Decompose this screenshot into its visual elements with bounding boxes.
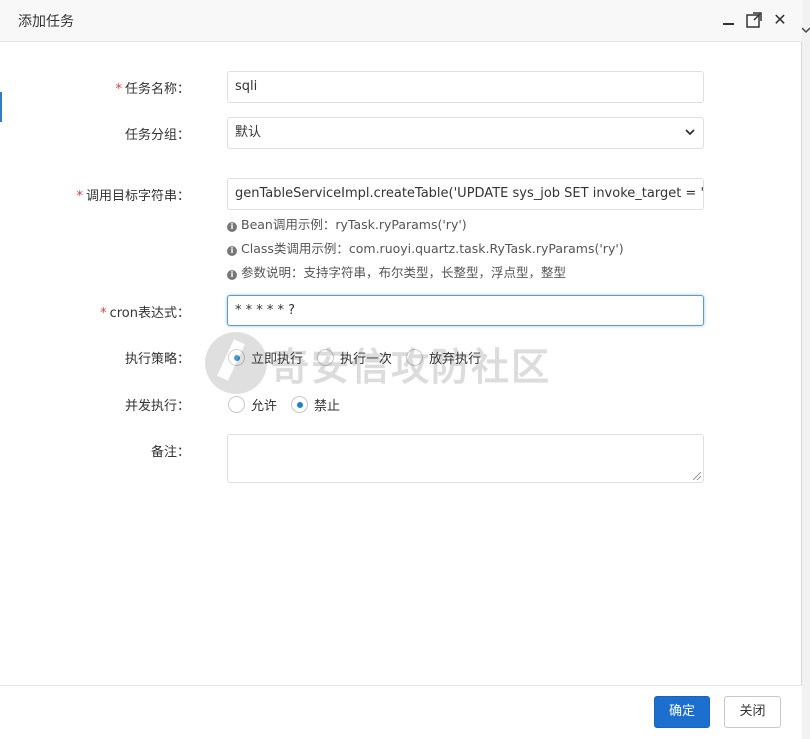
radio-label: 允许 <box>251 399 278 414</box>
radio-unchecked[interactable] <box>228 396 245 413</box>
concurrent-radios: 允许 禁止 <box>228 395 354 414</box>
chevron-down-icon <box>684 118 696 148</box>
info-icon: i <box>227 270 237 280</box>
cron-expression-input[interactable]: * * * * * ? <box>227 295 704 326</box>
radio-label: 放弃执行 <box>429 352 482 367</box>
remark-label: 备注： <box>150 445 190 460</box>
background-accent-mark <box>0 92 2 122</box>
cron-label: * cron表达式： <box>0 302 190 321</box>
concurrent-option-forbid[interactable]: 禁止 <box>291 395 340 414</box>
help-text: Bean调用示例：ryTask.ryParams('ry') <box>241 217 467 232</box>
help-bean-example: i Bean调用示例：ryTask.ryParams('ry') <box>227 214 467 233</box>
resize-handle-icon[interactable] <box>693 472 701 480</box>
help-param-desc: i 参数说明：支持字符串，布尔类型，长整型，浮点型，整型 <box>227 262 566 281</box>
job-group-label: 任务分组： <box>124 128 190 143</box>
misfire-option-abandon[interactable]: 放弃执行 <box>406 348 481 367</box>
invoke-target-input[interactable]: genTableServiceImpl.createTable('UPDATE … <box>227 178 704 210</box>
add-job-dialog: 添加任务 ✕ * 任务名称： sqli 任务分组： 默认 * 调用目标字符串： ge… <box>0 0 802 739</box>
help-text: Class类调用示例：com.ruoyi.quartz.task.RyTask.… <box>241 241 624 256</box>
dialog-titlebar: 添加任务 ✕ <box>0 0 802 42</box>
radio-label: 执行一次 <box>340 352 393 367</box>
concurrent-option-allow[interactable]: 允许 <box>228 395 277 414</box>
job-group-select[interactable]: 默认 <box>227 117 704 149</box>
misfire-option-immediate[interactable]: 立即执行 <box>228 348 303 367</box>
chevron-down-icon <box>801 26 810 37</box>
help-text: 参数说明：支持字符串，布尔类型，长整型，浮点型，整型 <box>241 265 567 280</box>
invoke-target-label: * 调用目标字符串： <box>0 185 190 204</box>
close-icon[interactable]: ✕ <box>771 11 789 29</box>
job-name-input[interactable]: sqli <box>227 71 704 103</box>
misfire-option-once[interactable]: 执行一次 <box>317 348 392 367</box>
cron-label-text: cron表达式： <box>109 306 190 321</box>
help-class-example: i Class类调用示例：com.ruoyi.quartz.task.RyTask… <box>227 238 624 257</box>
misfire-policy-label: 执行策略： <box>124 352 190 367</box>
dialog-title: 添加任务 <box>18 14 74 30</box>
concurrent-label: 并发执行： <box>124 399 190 414</box>
info-icon: i <box>227 246 237 256</box>
close-button[interactable]: 关闭 <box>724 696 781 728</box>
job-group-selected: 默认 <box>235 125 262 140</box>
radio-unchecked[interactable] <box>317 349 335 366</box>
confirm-button[interactable]: 确定 <box>654 696 710 728</box>
background-page-edge <box>801 0 810 739</box>
radio-label: 立即执行 <box>251 352 304 367</box>
required-mark: * <box>115 82 122 97</box>
info-icon: i <box>227 222 237 232</box>
required-mark: * <box>100 306 107 321</box>
job-name-label: * 任务名称： <box>0 78 190 97</box>
radio-checked[interactable] <box>291 396 309 413</box>
minimize-icon[interactable] <box>720 11 738 29</box>
required-mark: * <box>76 189 83 204</box>
invoke-target-label-text: 调用目标字符串： <box>85 189 190 204</box>
job-name-label-text: 任务名称： <box>124 82 190 97</box>
maximize-icon[interactable] <box>745 11 763 29</box>
dialog-footer: 确定 关闭 <box>0 685 802 739</box>
remark-textarea[interactable] <box>227 434 704 483</box>
radio-label: 禁止 <box>314 399 341 414</box>
radio-checked[interactable] <box>228 349 245 366</box>
misfire-policy-radios: 立即执行 执行一次 放弃执行 <box>228 348 495 367</box>
radio-unchecked[interactable] <box>406 349 424 366</box>
